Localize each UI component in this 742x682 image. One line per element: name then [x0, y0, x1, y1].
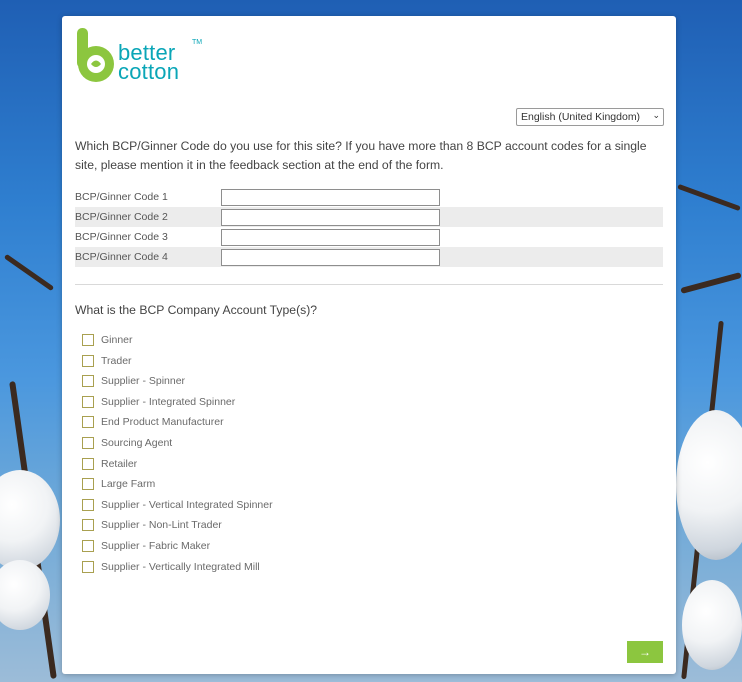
checkbox[interactable] [82, 539, 94, 552]
next-button[interactable]: → [627, 641, 663, 663]
option-label: Ginner [101, 334, 133, 346]
checkbox[interactable] [82, 560, 94, 573]
option-label: Supplier - Vertically Integrated Mill [101, 560, 260, 573]
option-label: Retailer [101, 457, 138, 470]
option-label: Sourcing Agent [101, 436, 173, 449]
code-row-4: BCP/Ginner Code 4 [75, 247, 663, 267]
code-label-4: BCP/Ginner Code 4 [75, 251, 168, 263]
logo-line2: cotton [118, 59, 180, 84]
option-label: Supplier - Spinner [101, 375, 186, 388]
cotton-boll-right [676, 410, 742, 560]
branch-left [3, 253, 55, 292]
option-label: Large Farm [101, 478, 156, 491]
checkbox[interactable] [82, 395, 94, 408]
logo-trademark: TM [192, 39, 203, 46]
option-label: Trader [101, 354, 132, 367]
option-label: Supplier - Vertical Integrated Spinner [101, 498, 273, 511]
code-input-4[interactable] [221, 249, 440, 266]
code-label-2: BCP/Ginner Code 2 [75, 211, 168, 223]
chevron-down-icon: ⌄ [652, 110, 660, 120]
survey-card: better cotton TM English (United Kingdom… [62, 16, 676, 674]
checkbox[interactable] [82, 457, 94, 470]
checkbox[interactable] [82, 478, 94, 491]
checkbox[interactable] [82, 354, 94, 367]
branch-right [677, 183, 741, 212]
checkbox[interactable] [82, 519, 94, 532]
logo-wordmark: better cotton [118, 42, 180, 84]
code-input-1[interactable] [221, 189, 440, 206]
section-divider [75, 284, 663, 285]
branch-right-2 [680, 272, 742, 294]
code-label-3: BCP/Ginner Code 3 [75, 231, 168, 243]
option-label: Supplier - Integrated Spinner [101, 395, 236, 408]
checkbox[interactable] [82, 498, 94, 511]
code-row-1: BCP/Ginner Code 1 [75, 187, 663, 207]
question-bcp-codes: Which BCP/Ginner Code do you use for thi… [75, 139, 647, 172]
checkbox[interactable] [82, 334, 94, 346]
better-cotton-logo: better cotton TM [74, 26, 214, 84]
code-input-3[interactable] [221, 229, 440, 246]
checkbox[interactable] [82, 436, 94, 449]
code-row-2: BCP/Ginner Code 2 [75, 207, 663, 227]
option-label: End Product Manufacturer [101, 416, 224, 429]
code-row-3: BCP/Ginner Code 3 [75, 227, 663, 247]
language-select[interactable]: English (United Kingdom) ⌄ [516, 108, 664, 126]
b-logo-icon [77, 28, 114, 82]
arrow-right-icon: → [639, 645, 651, 659]
option-label: Supplier - Non-Lint Trader [101, 519, 222, 532]
code-label-1: BCP/Ginner Code 1 [75, 191, 168, 203]
option-label: Supplier - Fabric Maker [101, 539, 211, 552]
cotton-boll-left [0, 470, 60, 570]
question-account-type: What is the BCP Company Account Type(s)? [75, 303, 318, 317]
cotton-boll-right-2 [682, 580, 742, 670]
language-select-value: English (United Kingdom) [521, 111, 641, 123]
bcp-code-table: BCP/Ginner Code 1 BCP/Ginner Code 2 BCP/… [75, 187, 663, 267]
code-input-2[interactable] [221, 209, 440, 226]
checkbox[interactable] [82, 375, 94, 388]
checkbox[interactable] [82, 416, 94, 429]
